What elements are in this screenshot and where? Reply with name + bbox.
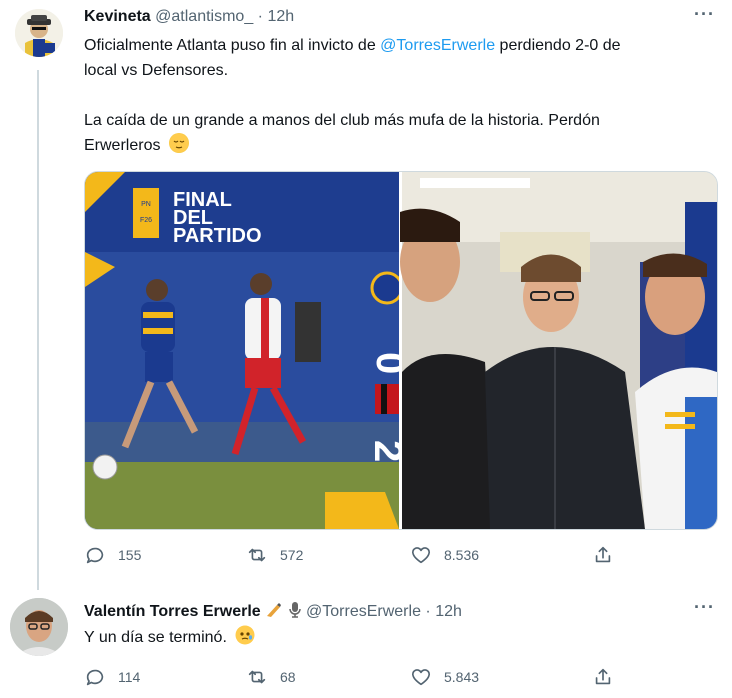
tweet1-like-count: 8.536 bbox=[444, 547, 480, 563]
tweet1-actions: 155 572 8.536 bbox=[84, 544, 724, 570]
tweet2-time[interactable]: 12h bbox=[435, 603, 462, 620]
relieved-face-emoji-icon bbox=[168, 133, 189, 153]
tweet2-share-button[interactable] bbox=[592, 666, 614, 688]
microphone-icon bbox=[288, 601, 302, 619]
tweet1-header: Kevineta @atlantismo_ · 12h bbox=[84, 8, 294, 26]
tweet1-text-line4: Erwerleros bbox=[84, 137, 161, 154]
media-left-final-del-partido[interactable]: PN F26 FINAL DEL PARTIDO 0 2 bbox=[85, 172, 412, 529]
tweet2-retweet-count: 68 bbox=[280, 669, 296, 685]
tweet1-text-line3: La caída de un grande a manos del club m… bbox=[84, 112, 600, 129]
tweet1-share-button[interactable] bbox=[592, 544, 614, 566]
tweet2-actions: 114 68 5.843 bbox=[84, 666, 724, 692]
tweet2-display-name[interactable]: Valentín Torres Erwerle bbox=[84, 603, 261, 620]
reply-icon bbox=[86, 669, 104, 686]
tweet1-mention-link[interactable]: @TorresErwerle bbox=[380, 37, 495, 54]
tweet1-handle[interactable]: @atlantismo_ bbox=[155, 8, 253, 25]
tweet2-reply-button[interactable]: 114 bbox=[84, 666, 140, 688]
face-holding-back-tears-emoji-icon bbox=[235, 625, 255, 645]
reply-icon bbox=[86, 547, 104, 564]
tweet2-more-icon[interactable]: ··· bbox=[694, 597, 715, 618]
media-badge-f26: F26 bbox=[140, 217, 152, 224]
writing-hand-icon bbox=[265, 602, 283, 618]
share-icon bbox=[595, 546, 611, 563]
tweet2-header: Valentín Torres Erwerle @TorresErwerle ·… bbox=[84, 601, 462, 621]
tweet1-text-line2: local vs Defensores. bbox=[84, 62, 229, 79]
tweet1-retweet-count: 572 bbox=[280, 547, 304, 563]
avatar-valentin[interactable] bbox=[10, 598, 68, 656]
tweet1-retweet-button[interactable]: 572 bbox=[246, 544, 303, 566]
tweet2-separator: · bbox=[425, 603, 431, 620]
like-icon bbox=[411, 547, 431, 564]
tweet2-retweet-button[interactable]: 68 bbox=[246, 666, 296, 688]
tweet2-text-body: Y un día se terminó. bbox=[84, 629, 227, 646]
tweet2-text: Y un día se terminó. bbox=[84, 625, 255, 650]
tweet2-like-count: 5.843 bbox=[444, 669, 480, 685]
tweet1-reply-count: 155 bbox=[118, 547, 142, 563]
tweet1-like-button[interactable]: 8.536 bbox=[410, 544, 479, 566]
tweet1-text: Oficialmente Atlanta puso fin al invicto… bbox=[84, 33, 724, 158]
tweet2-like-button[interactable]: 5.843 bbox=[410, 666, 479, 688]
tweet1-text-line1-post: perdiendo 2-0 de bbox=[495, 37, 621, 54]
tweet1-media-grid[interactable]: PN F26 FINAL DEL PARTIDO 0 2 bbox=[84, 171, 718, 530]
media-badge-pn: PN bbox=[141, 201, 151, 208]
tweet1-separator: · bbox=[257, 8, 263, 25]
avatar-kevineta[interactable] bbox=[15, 9, 63, 57]
tweet1-text-line1-pre: Oficialmente Atlanta puso fin al invicto… bbox=[84, 37, 381, 54]
tweet1-display-name[interactable]: Kevineta bbox=[84, 8, 151, 25]
retweet-icon bbox=[248, 548, 266, 562]
share-icon bbox=[595, 668, 611, 685]
tweet1-media-svg: PN F26 FINAL DEL PARTIDO 0 2 bbox=[85, 172, 717, 529]
retweet-icon bbox=[248, 670, 266, 684]
tweet2-handle[interactable]: @TorresErwerle bbox=[306, 603, 421, 620]
tweet1-more-icon[interactable]: ··· bbox=[694, 4, 715, 25]
like-icon bbox=[411, 669, 431, 686]
media-title-line3: PARTIDO bbox=[173, 225, 262, 247]
tweet1-time[interactable]: 12h bbox=[267, 8, 294, 25]
thread-connector-line bbox=[37, 70, 39, 590]
tweet1-reply-button[interactable]: 155 bbox=[84, 544, 141, 566]
tweet2-reply-count: 114 bbox=[118, 669, 141, 685]
media-right-group-photo[interactable] bbox=[400, 172, 717, 529]
